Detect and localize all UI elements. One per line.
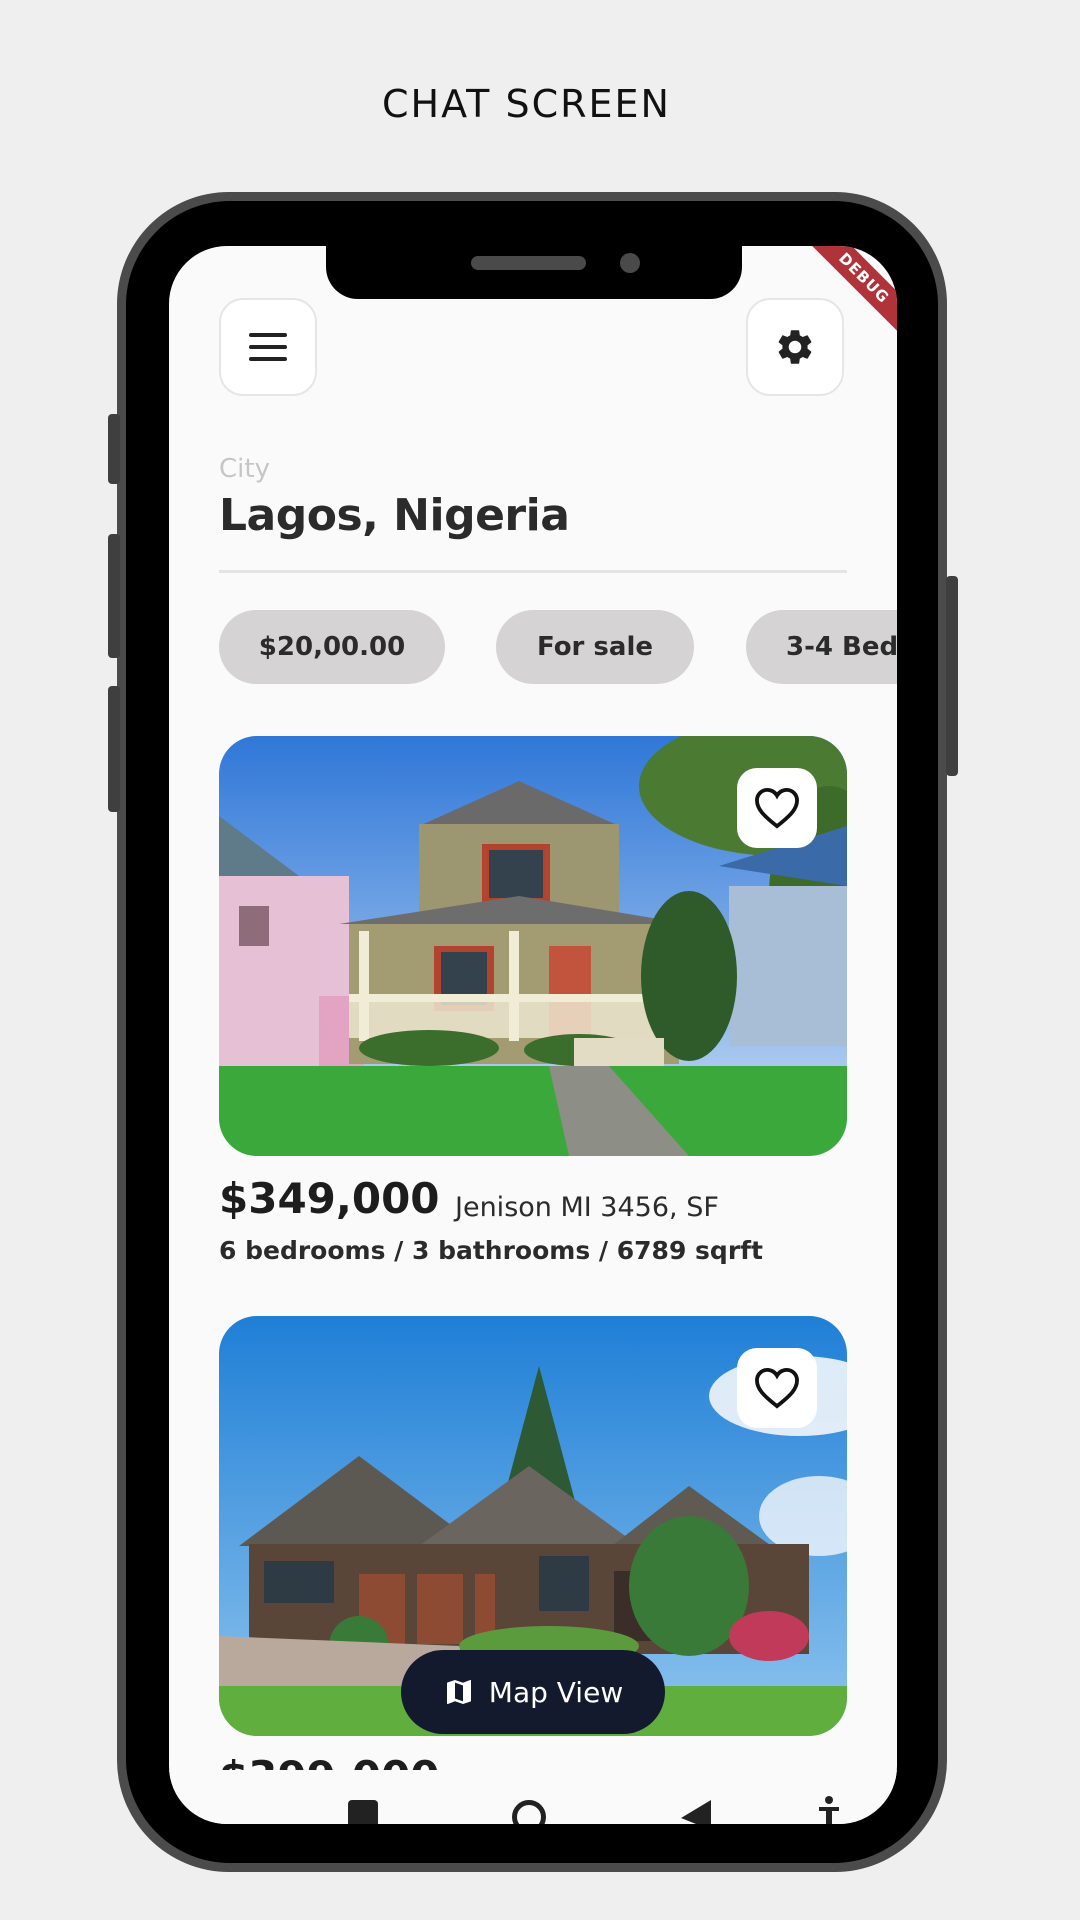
phone-camera — [620, 253, 640, 273]
listing-details: 6 bedrooms / 3 bathrooms / 6789 sqrft — [219, 1236, 763, 1265]
phone-side-button — [108, 534, 120, 658]
filter-chip-bedrooms[interactable]: 3-4 Bed — [746, 610, 897, 684]
favorite-button[interactable] — [737, 1348, 817, 1428]
recent-apps-icon[interactable] — [348, 1800, 378, 1824]
page-title: CHAT SCREEN — [382, 82, 671, 126]
back-icon[interactable] — [681, 1800, 711, 1824]
hamburger-menu-icon — [249, 333, 287, 361]
system-nav-bar — [169, 1770, 897, 1824]
accessibility-icon[interactable] — [817, 1796, 841, 1824]
settings-button[interactable] — [746, 298, 844, 396]
listing-price: $349,000 — [219, 1174, 440, 1223]
city-value[interactable]: Lagos, Nigeria — [219, 490, 570, 541]
city-label: City — [219, 454, 270, 484]
menu-button[interactable] — [219, 298, 317, 396]
heart-outline-icon — [755, 787, 799, 829]
heart-outline-icon — [755, 1367, 799, 1409]
filter-chip-for-sale[interactable]: For sale — [496, 610, 694, 684]
phone-side-button — [946, 576, 958, 776]
gear-icon — [778, 330, 812, 364]
app-screen: DEBUG City Lagos, Nigeria $20,00.00 For … — [169, 246, 897, 1824]
phone-side-button — [108, 686, 120, 812]
map-icon — [446, 1680, 471, 1704]
favorite-button[interactable] — [737, 768, 817, 848]
listing-image[interactable] — [219, 736, 847, 1156]
home-icon[interactable] — [512, 1800, 546, 1824]
divider — [219, 570, 847, 573]
listing-address: Jenison MI 3456, SF — [455, 1192, 719, 1223]
phone-speaker — [471, 256, 586, 270]
phone-side-button — [108, 414, 120, 484]
map-view-button[interactable]: Map View — [401, 1650, 665, 1734]
filter-chip-price[interactable]: $20,00.00 — [219, 610, 445, 684]
map-view-label: Map View — [488, 1675, 624, 1709]
